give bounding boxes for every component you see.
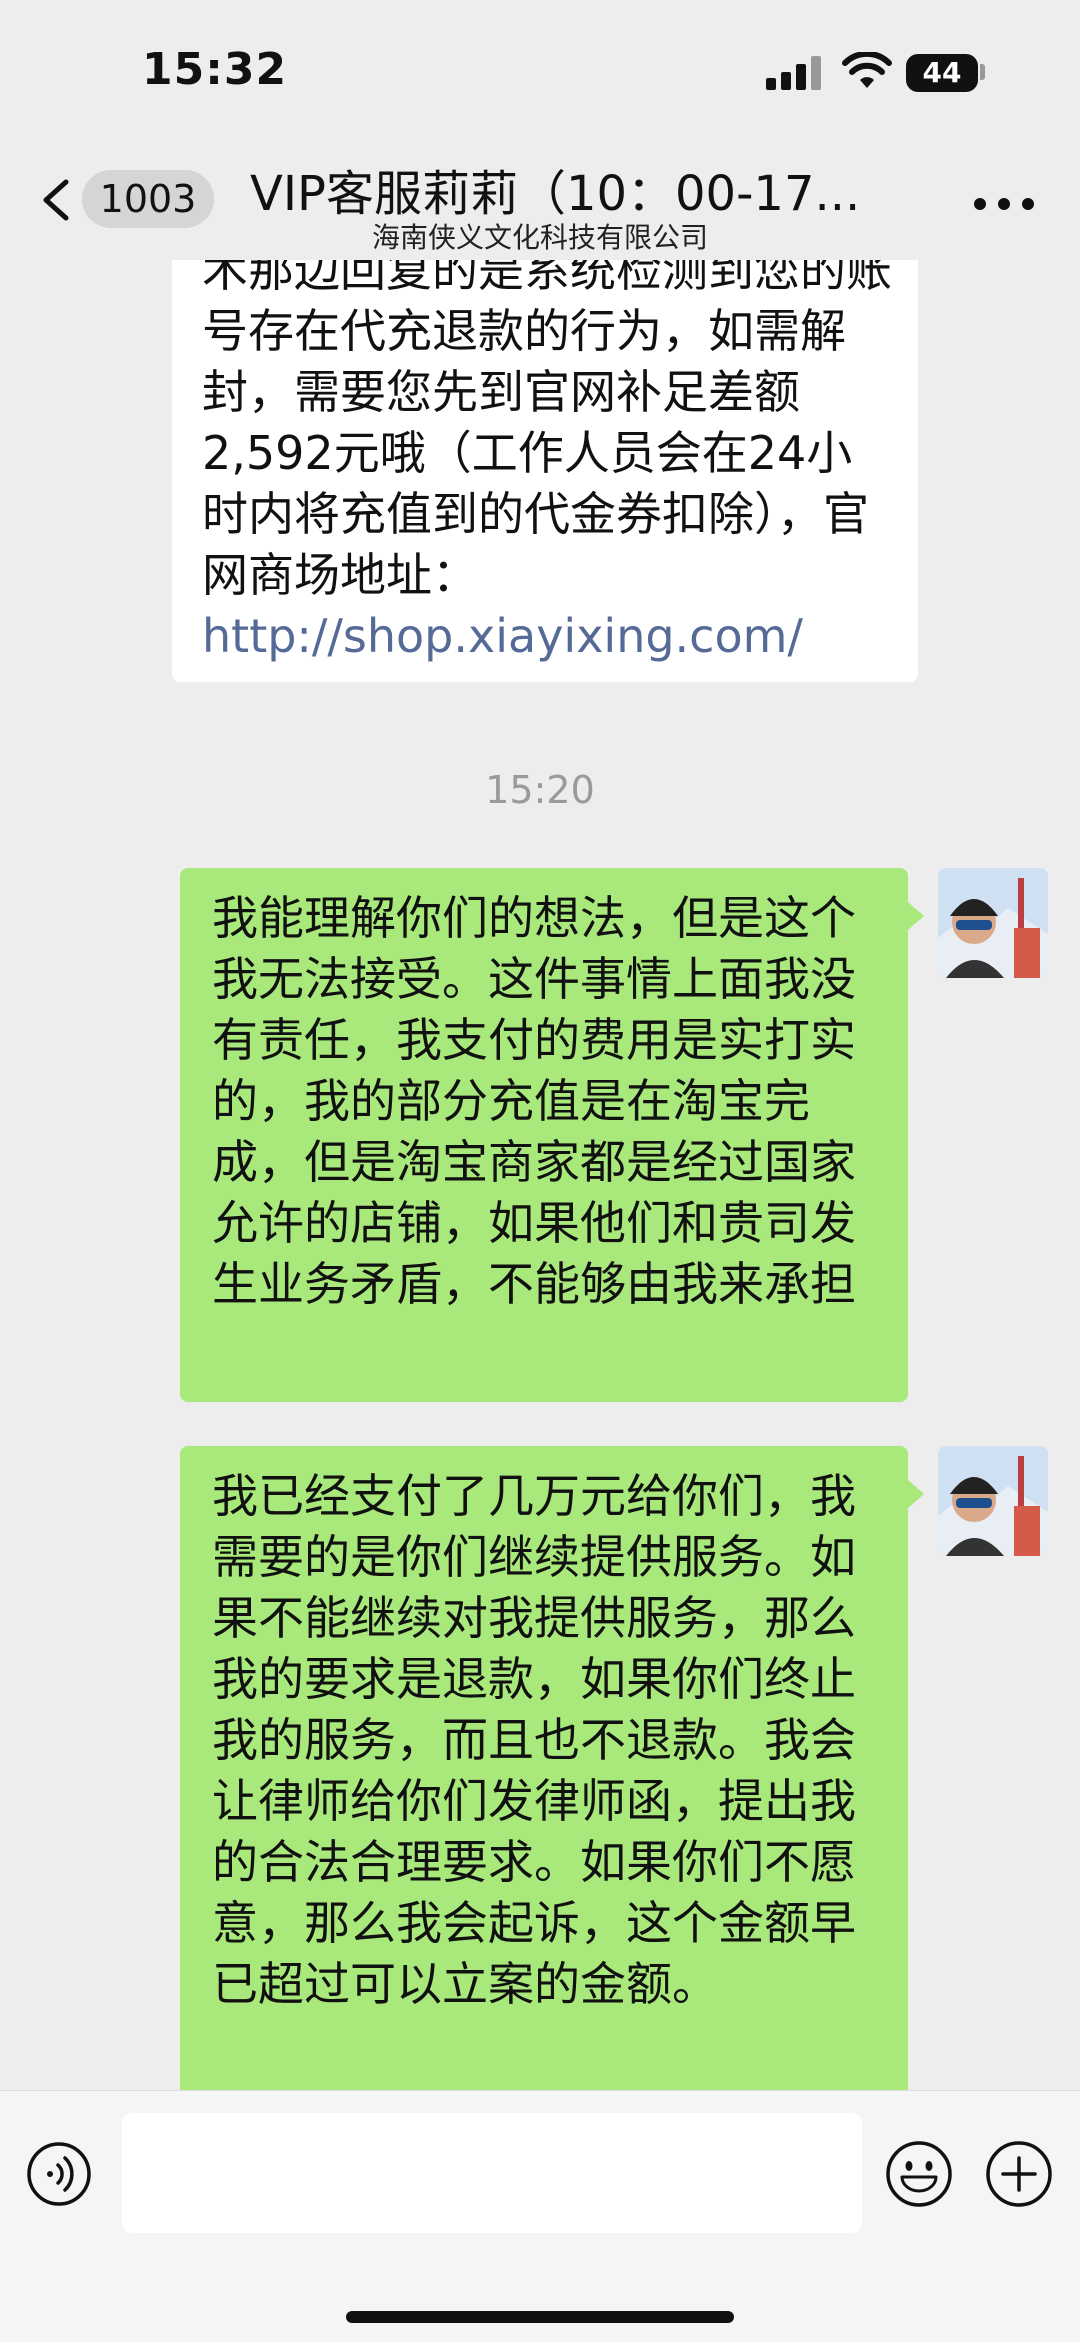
- battery-icon: 44: [906, 54, 978, 92]
- chat-subtitle: 海南侠义文化科技有限公司: [371, 221, 708, 254]
- avatar[interactable]: [938, 1446, 1048, 1556]
- home-indicator[interactable]: [346, 2311, 734, 2323]
- outgoing-message[interactable]: 我已经支付了几万元给你们，我需要的是你们继续提供服务。如果不能继续对我提供服务，…: [180, 1446, 924, 2090]
- message-text: 我能理解你们的想法，但是这个我无法接受。这件事情上面我没有责任，我支付的费用是实…: [212, 891, 856, 1311]
- message-list[interactable]: 术那边回复的是系统检测到您的账号存在代充退款的行为，如需解封，需要您先到官网补足…: [0, 260, 1080, 2090]
- outgoing-message[interactable]: 我能理解你们的想法，但是这个我无法接受。这件事情上面我没有责任，我支付的费用是实…: [180, 868, 924, 1402]
- message-text: 术那边回复的是系统检测到您的账号存在代充退款的行为，如需解封，需要您先到官网补足…: [202, 260, 892, 602]
- bubble-tail: [908, 902, 924, 930]
- emoji-icon[interactable]: [884, 2139, 954, 2209]
- message-timestamp: 15:20: [485, 768, 595, 812]
- bubble-tail: [908, 1480, 924, 1508]
- battery-cap: [980, 64, 985, 80]
- avatar[interactable]: [938, 868, 1048, 978]
- chat-header: 1003 VIP客服莉莉（10：00-17... 海南侠义文化科技有限公司: [0, 140, 1080, 260]
- status-bar: 15:32 44: [0, 0, 1080, 140]
- more-icon[interactable]: [974, 198, 1034, 212]
- signal-icon: [766, 56, 822, 90]
- input-bar: [0, 2090, 1080, 2342]
- chat-title[interactable]: VIP客服莉莉（10：00-17...: [250, 154, 890, 224]
- message-input[interactable]: [122, 2113, 862, 2233]
- message-text: 我已经支付了几万元给你们，我需要的是你们继续提供服务。如果不能继续对我提供服务，…: [212, 1469, 856, 2011]
- status-time: 15:32: [142, 44, 288, 95]
- message-link[interactable]: http://shop.xiayixing.com/: [202, 609, 803, 663]
- wifi-icon: [842, 52, 892, 88]
- voice-icon[interactable]: [26, 2141, 92, 2207]
- plus-icon[interactable]: [984, 2139, 1054, 2209]
- incoming-message[interactable]: 术那边回复的是系统检测到您的账号存在代充退款的行为，如需解封，需要您先到官网补足…: [172, 260, 918, 682]
